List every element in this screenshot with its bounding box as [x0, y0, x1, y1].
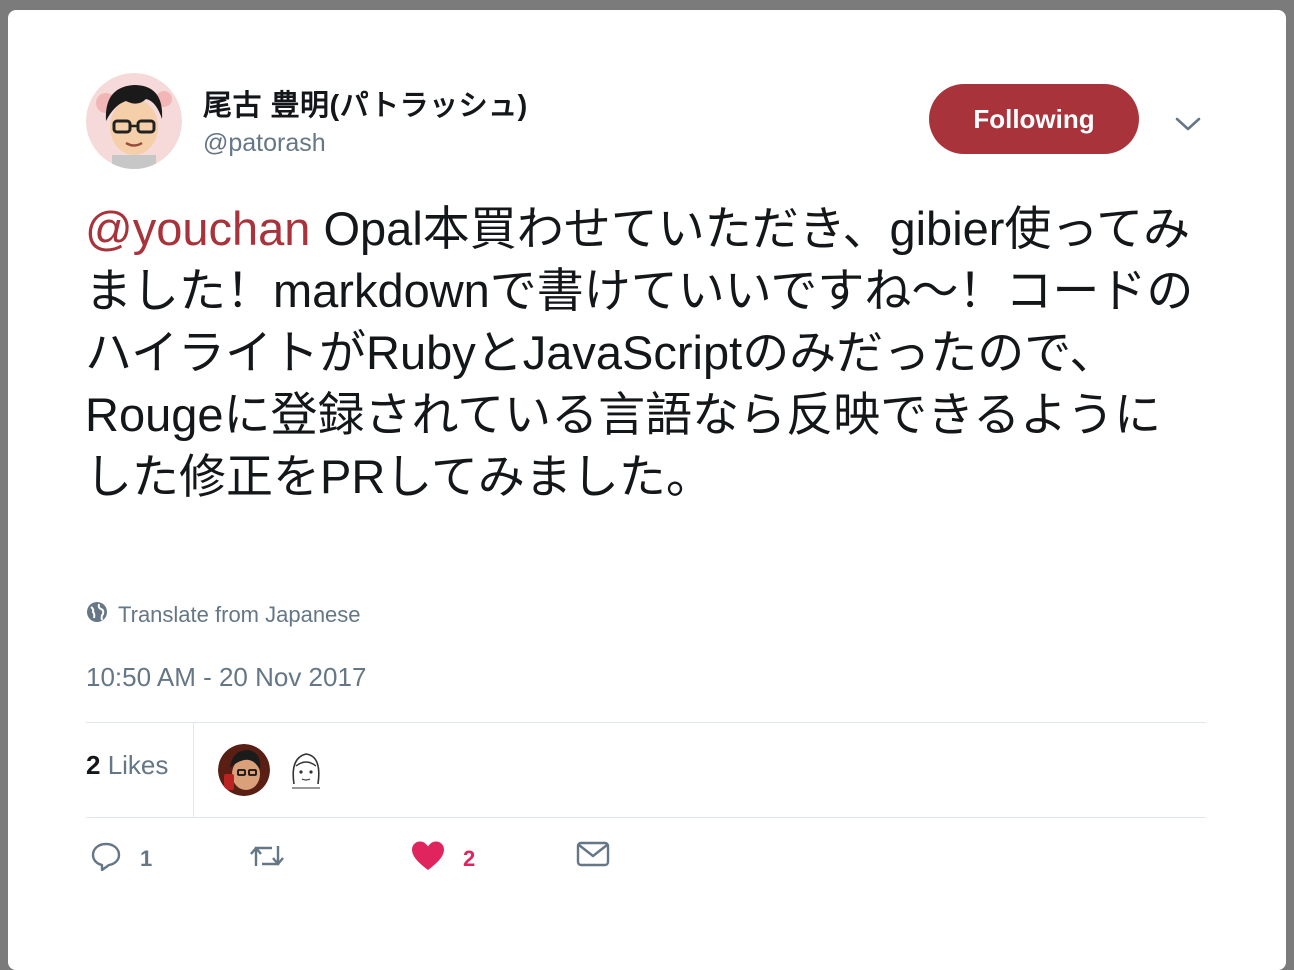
translate-link[interactable]: Translate from Japanese — [86, 601, 361, 629]
tweet-card: 尾古 豊明(パトラッシュ) @patorash Following @youch… — [8, 10, 1286, 970]
likes-row: 2 Likes — [86, 723, 1206, 818]
display-name[interactable]: 尾古 豊明(パトラッシュ) — [203, 82, 528, 124]
heart-icon — [411, 840, 445, 878]
translate-label: Translate from Japanese — [118, 602, 361, 627]
globe-icon — [86, 601, 108, 629]
retweet-icon — [248, 840, 286, 878]
direct-message-button[interactable] — [576, 840, 610, 874]
liker-avatar[interactable] — [280, 744, 332, 796]
user-handle[interactable]: @patorash — [203, 129, 326, 158]
reply-count: 1 — [140, 846, 153, 871]
envelope-icon — [576, 840, 610, 874]
likes-separator — [193, 723, 194, 818]
mention-link[interactable]: @youchan — [85, 202, 310, 255]
like-count: 2 — [463, 846, 476, 871]
reply-icon — [90, 840, 122, 878]
following-button[interactable]: Following — [929, 84, 1139, 154]
likes-count: 2 — [86, 750, 101, 780]
chevron-down-icon[interactable] — [1170, 106, 1206, 142]
like-button[interactable]: 2 — [411, 840, 475, 878]
likes-count-link[interactable]: 2 Likes — [86, 750, 168, 781]
tweet-text: @youchan Opal本買わせていただき、gibier使ってみました！mar… — [85, 198, 1195, 508]
divider — [86, 817, 1206, 818]
likes-label: Likes — [100, 750, 169, 780]
reply-button[interactable]: 1 — [90, 840, 152, 878]
liker-avatar[interactable] — [218, 744, 270, 796]
retweet-button[interactable] — [248, 840, 304, 878]
avatar[interactable] — [86, 73, 182, 169]
timestamp[interactable]: 10:50 AM - 20 Nov 2017 — [86, 662, 366, 693]
action-bar: 1 2 — [86, 840, 686, 884]
